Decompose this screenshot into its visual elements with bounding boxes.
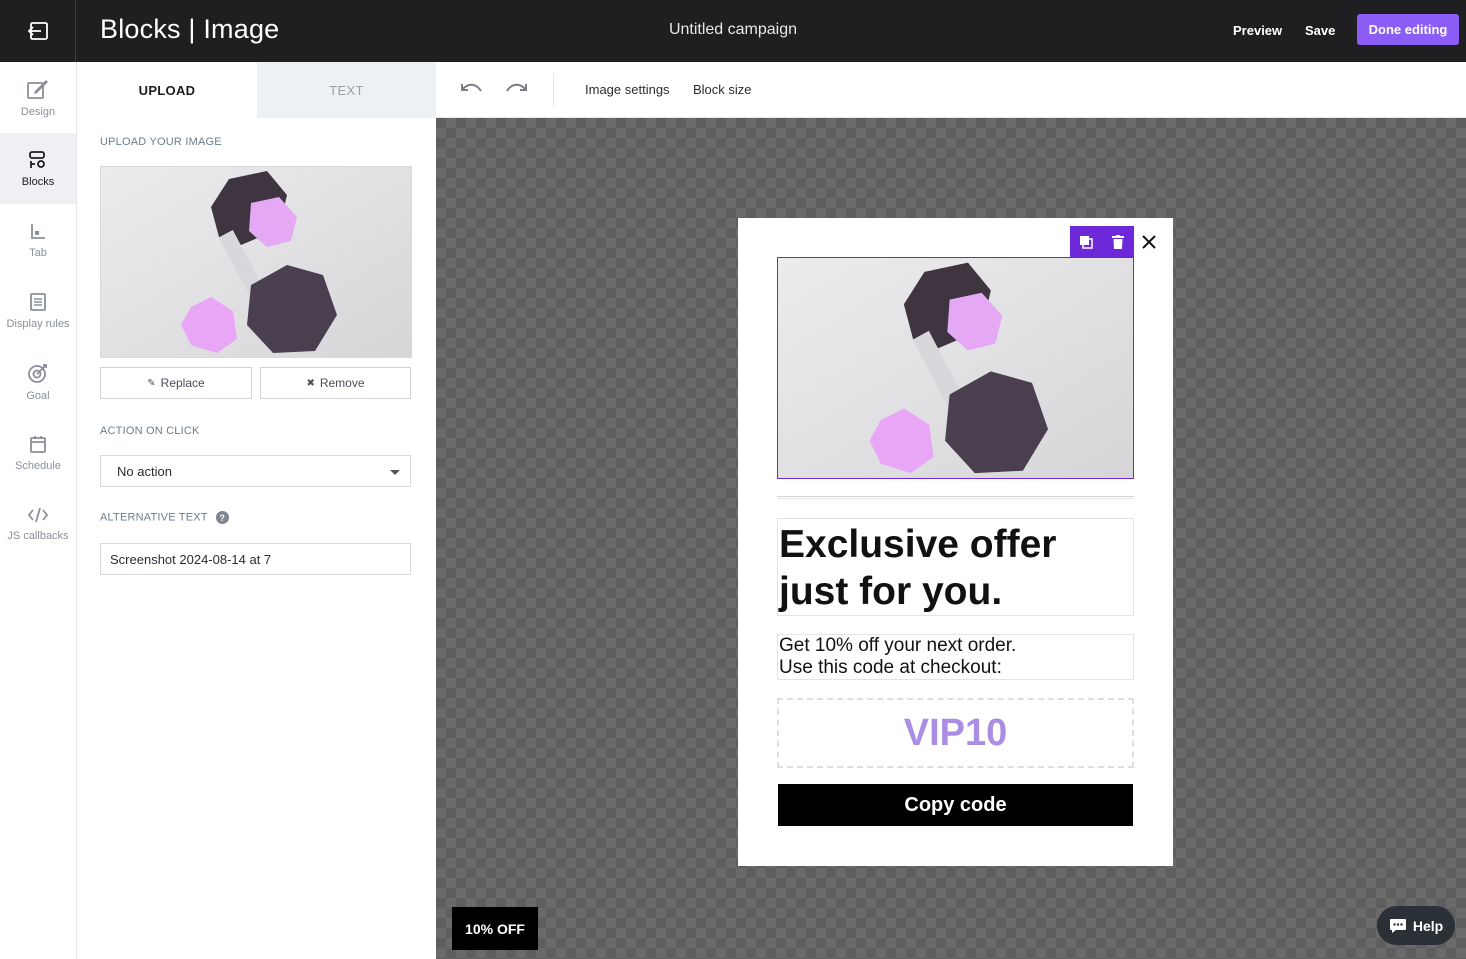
sidebar-nav: Design Blocks Tab Display rules Goal Sch…	[0, 62, 77, 959]
exit-icon	[27, 22, 48, 40]
code-icon	[27, 507, 49, 522]
duplicate-icon	[1080, 236, 1093, 249]
sidebar-item-tab[interactable]: Tab	[0, 204, 76, 275]
sidebar-item-design[interactable]: Design	[0, 62, 76, 133]
trash-icon	[1112, 235, 1124, 249]
dumbbell-image	[778, 258, 1133, 478]
action-section-label: ACTION ON CLICK	[100, 425, 200, 437]
close-popup-button[interactable]	[1140, 233, 1158, 251]
alt-text-input[interactable]	[100, 543, 411, 575]
duplicate-button[interactable]	[1070, 226, 1102, 258]
chevron-down-icon	[390, 470, 400, 475]
copy-code-button[interactable]: Copy code	[778, 784, 1133, 826]
list-document-icon	[30, 292, 46, 311]
calendar-icon	[30, 435, 46, 453]
sidebar-item-label: Tab	[29, 246, 47, 259]
help-button[interactable]: Help	[1377, 906, 1455, 945]
tab-text[interactable]: TEXT	[257, 62, 436, 118]
upload-section-label: UPLOAD YOUR IMAGE	[100, 136, 222, 148]
blocks-icon	[29, 150, 45, 168]
sidebar-item-goal[interactable]: Goal	[0, 346, 76, 417]
sidebar-item-label: Blocks	[21, 175, 55, 188]
redo-icon	[506, 83, 527, 92]
sidebar-item-js-callbacks[interactable]: JS callbacks	[0, 488, 76, 559]
panel-tabs: UPLOAD TEXT	[77, 62, 436, 118]
dumbbell-image	[101, 167, 411, 357]
divider-block[interactable]	[777, 496, 1134, 499]
preview-button[interactable]: Preview	[1233, 23, 1282, 38]
block-actions	[1070, 226, 1134, 258]
block-size-button[interactable]: Block size	[693, 82, 752, 97]
image-block[interactable]	[777, 257, 1134, 479]
image-preview	[100, 166, 412, 358]
body-line: Get 10% off your next order.	[779, 635, 1017, 656]
headline-block[interactable]: Exclusive offer just for you.	[777, 518, 1134, 616]
delete-button[interactable]	[1102, 226, 1134, 258]
x-icon: ✖	[306, 377, 315, 389]
sidebar-item-blocks[interactable]: Blocks	[0, 133, 76, 204]
sidebar-item-schedule[interactable]: Schedule	[0, 417, 76, 488]
replace-label: Replace	[160, 376, 205, 390]
remove-label: Remove	[319, 376, 365, 390]
editor-toolbar: Image settings Block size	[436, 62, 1466, 118]
remove-button[interactable]: ✖ Remove	[260, 367, 411, 399]
teaser-tab[interactable]: 10% OFF	[452, 907, 538, 950]
popup-preview: Exclusive offer just for you. Get 10% of…	[738, 218, 1173, 866]
pencil-square-icon	[27, 79, 48, 99]
toolbar-divider	[553, 74, 554, 106]
done-editing-button[interactable]: Done editing	[1357, 14, 1459, 45]
headline-line: just for you.	[779, 570, 1003, 613]
help-label: Help	[1412, 917, 1444, 934]
action-select-value: No action	[117, 463, 172, 479]
sidebar-item-label: Design	[20, 105, 56, 118]
sidebar-item-label: Schedule	[15, 459, 61, 472]
question-icon[interactable]: ?	[215, 511, 229, 524]
body-line: Use this code at checkout:	[779, 657, 1002, 678]
exit-editor-button[interactable]	[0, 0, 76, 62]
body-text-block[interactable]: Get 10% off your next order. Use this co…	[777, 634, 1134, 680]
sidebar-item-label: JS callbacks	[7, 529, 69, 542]
undo-icon	[461, 83, 482, 92]
sidebar-item-label: Goal	[26, 389, 50, 402]
redo-button[interactable]	[502, 78, 530, 102]
page-title: Blocks | Image	[100, 14, 280, 44]
coupon-code-block[interactable]: VIP10	[777, 698, 1134, 768]
alt-text-label: ALTERNATIVE TEXT	[100, 511, 208, 524]
top-bar: Blocks | Image Untitled campaign Preview…	[0, 0, 1466, 62]
image-settings-button[interactable]: Image settings	[585, 82, 670, 97]
close-icon	[1142, 235, 1156, 249]
tab-upload[interactable]: UPLOAD	[77, 62, 257, 118]
sidebar-item-display-rules[interactable]: Display rules	[0, 275, 76, 346]
block-settings-panel: UPLOAD TEXT UPLOAD YOUR IMAGE ✎ Replace …	[77, 62, 436, 959]
action-on-click-select[interactable]: No action	[100, 455, 411, 487]
tab-icon	[31, 223, 45, 239]
sidebar-item-label: Display rules	[6, 317, 70, 330]
chat-icon	[1389, 918, 1406, 933]
alt-text-section-label: ALTERNATIVE TEXT?	[100, 511, 229, 524]
headline-line: Exclusive offer	[779, 523, 1057, 566]
replace-button[interactable]: ✎ Replace	[100, 367, 252, 399]
save-button[interactable]: Save	[1305, 23, 1335, 38]
pencil-icon: ✎	[147, 377, 156, 389]
undo-button[interactable]	[458, 78, 486, 102]
target-icon	[28, 363, 47, 383]
preview-canvas: Exclusive offer just for you. Get 10% of…	[436, 118, 1466, 959]
